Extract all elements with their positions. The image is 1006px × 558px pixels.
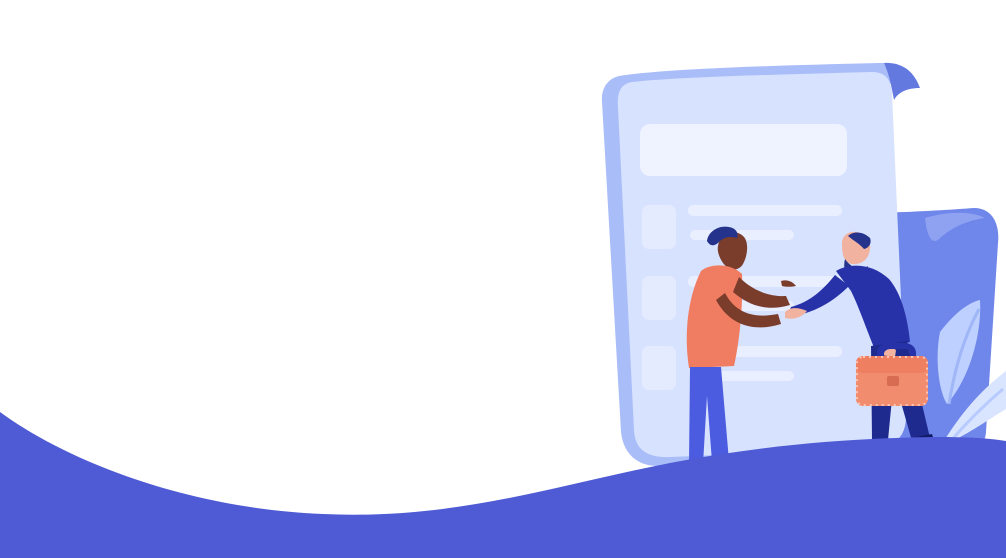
handshake-agreement-illustration [0, 62, 1006, 558]
hero-illustration-frame [0, 0, 1006, 558]
